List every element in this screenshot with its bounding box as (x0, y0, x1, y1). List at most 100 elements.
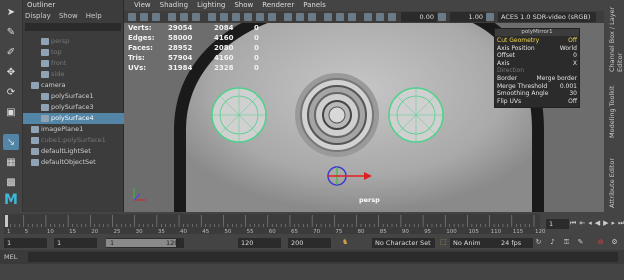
grid-icon[interactable] (168, 13, 176, 21)
attribute-row[interactable]: Flip UVs Off (497, 98, 577, 105)
lights-icon[interactable] (256, 13, 264, 21)
step-forward-icon[interactable]: ▸ (611, 219, 615, 228)
textured-icon[interactable] (244, 13, 252, 21)
step-back-icon[interactable]: ◂ (588, 219, 592, 228)
fps-dropdown[interactable]: 24 fps (498, 238, 533, 248)
attribute-value[interactable]: Off (568, 37, 577, 44)
outliner-search-input[interactable] (25, 23, 121, 31)
xray-icon[interactable] (336, 13, 344, 21)
scale-tool-icon[interactable]: ▣ (3, 104, 19, 120)
grease-pencil-icon[interactable]: ✎ (576, 238, 585, 247)
outliner-menu-display[interactable]: Display (25, 12, 51, 20)
attribute-value[interactable]: 0 (573, 52, 577, 59)
gamma-icon[interactable] (388, 13, 396, 21)
attribute-value[interactable]: 0.001 (560, 83, 577, 90)
loop-icon[interactable]: ↻ (534, 238, 543, 247)
outliner-item[interactable]: defaultLightSet (23, 146, 131, 157)
go-to-start-icon[interactable]: ⏮ (570, 219, 576, 228)
anim-end-field[interactable]: 200 (288, 238, 331, 248)
color-management-icon[interactable] (486, 13, 494, 21)
attribute-value[interactable]: Off (568, 98, 577, 105)
last-tool-icon[interactable]: ↘ (3, 134, 19, 150)
shadows-icon[interactable] (268, 13, 276, 21)
antialias-icon[interactable] (308, 13, 316, 21)
outliner-item[interactable]: camera (23, 80, 131, 91)
character-set-dropdown[interactable]: No Character Set (372, 238, 435, 248)
bookmark-icon[interactable] (140, 13, 148, 21)
tab-channel-box[interactable]: Channel Box / Layer Editor (608, 2, 624, 72)
isolate-select-icon[interactable] (324, 13, 332, 21)
playback-start-field[interactable]: 1 (54, 238, 97, 248)
tab-attribute-editor[interactable]: Attribute Editor (608, 142, 616, 208)
attribute-value[interactable]: World (560, 45, 577, 52)
ambient-occlusion-icon[interactable] (284, 13, 292, 21)
exposure-field[interactable]: 0.00 (401, 12, 437, 22)
layout-single-icon[interactable]: ▦ (3, 154, 19, 170)
xray-joints-icon[interactable] (348, 13, 356, 21)
command-input[interactable] (28, 252, 618, 262)
outliner-item-icon (41, 70, 49, 78)
exposure-icon[interactable] (376, 13, 384, 21)
vp-menu-show[interactable]: Show (234, 0, 253, 11)
wireframe-on-shaded-icon[interactable] (232, 13, 240, 21)
layout-four-icon[interactable]: ▩ (3, 174, 19, 190)
image-plane-icon[interactable] (152, 13, 160, 21)
outliner-item-icon (41, 92, 49, 100)
audio-icon[interactable]: ♪ (548, 238, 557, 247)
tab-modeling-toolkit[interactable]: Modeling Toolkit (608, 76, 616, 138)
gamma-toggle-icon[interactable] (438, 13, 446, 21)
attribute-value[interactable]: Merge border (537, 75, 577, 82)
gamma-field[interactable]: 1.00 (450, 12, 486, 22)
film-gate-icon[interactable] (180, 13, 188, 21)
time-tick-label: 55 (247, 229, 254, 235)
time-slider[interactable]: 1 5 10 15 20 25 30 35 40 45 50 55 60 65 70 75 80 85 90 95 10… (0, 212, 624, 236)
playback-end-field[interactable]: 120 (238, 238, 281, 248)
rotate-tool-icon[interactable]: ⟳ (3, 84, 19, 100)
attribute-row[interactable]: Axis X (497, 60, 577, 67)
play-back-icon[interactable]: ◀ (595, 219, 600, 228)
camera-icon[interactable] (364, 13, 372, 21)
attribute-row[interactable]: Direction (497, 67, 577, 74)
outliner-item-label: imagePlane1 (41, 125, 84, 133)
paint-select-tool-icon[interactable]: ✐ (3, 44, 19, 60)
outliner-item[interactable]: cube1:polySurface1 (23, 135, 131, 146)
attribute-row[interactable]: Cut Geometry Off (497, 37, 577, 44)
go-to-end-icon[interactable]: ⏭ (618, 219, 624, 228)
vp-menu-panels[interactable]: Panels (303, 0, 326, 11)
anim-layer-dropdown[interactable]: No Anim Layer (450, 238, 498, 257)
attribute-row[interactable]: Offset 0 (497, 52, 577, 59)
outliner-item[interactable]: defaultObjectSet (23, 157, 131, 168)
lasso-tool-icon[interactable]: ✎ (3, 24, 19, 40)
attribute-row[interactable]: Border Merge border (497, 75, 577, 82)
attribute-row[interactable]: Axis Position World (497, 45, 577, 52)
vp-menu-lighting[interactable]: Lighting (197, 0, 225, 11)
resolution-gate-icon[interactable] (192, 13, 200, 21)
attribute-row[interactable]: Smoothing Angle 30 (497, 90, 577, 97)
outliner-menu-show[interactable]: Show (59, 12, 78, 20)
time-tick-label: 1 (7, 229, 11, 235)
attribute-value[interactable]: X (573, 60, 577, 67)
key-icon[interactable]: ⚿ (562, 238, 571, 247)
colorspace-dropdown[interactable]: ACES 1.0 SDR-video (sRGB) (498, 12, 596, 22)
anim-start-field[interactable]: 1 (4, 238, 47, 248)
play-forward-icon[interactable]: ▶ (603, 219, 608, 228)
vp-menu-view[interactable]: View (134, 0, 151, 11)
attribute-row[interactable]: Merge Threshold 0.001 (497, 83, 577, 90)
wireframe-icon[interactable] (208, 13, 216, 21)
camera-attrs-icon[interactable] (128, 13, 136, 21)
smooth-shade-icon[interactable] (220, 13, 228, 21)
autokey-icon[interactable]: ⊚ (596, 238, 605, 247)
motion-blur-icon[interactable] (296, 13, 304, 21)
move-tool-icon[interactable]: ✥ (3, 64, 19, 80)
vp-menu-renderer[interactable]: Renderer (262, 0, 294, 11)
step-back-key-icon[interactable]: ⇤ (579, 219, 585, 228)
vp-menu-shading[interactable]: Shading (160, 0, 188, 11)
command-language-label[interactable]: MEL (4, 253, 17, 261)
outliner-item[interactable]: imagePlane1 (23, 124, 131, 135)
current-frame-field[interactable]: 1 (546, 219, 569, 229)
attribute-value[interactable]: 30 (569, 90, 577, 97)
preferences-icon[interactable]: ⚙ (610, 238, 619, 247)
outliner-menu-help[interactable]: Help (86, 12, 102, 20)
range-slider[interactable]: 1 120 (106, 238, 184, 248)
select-tool-icon[interactable]: ➤ (3, 4, 19, 20)
